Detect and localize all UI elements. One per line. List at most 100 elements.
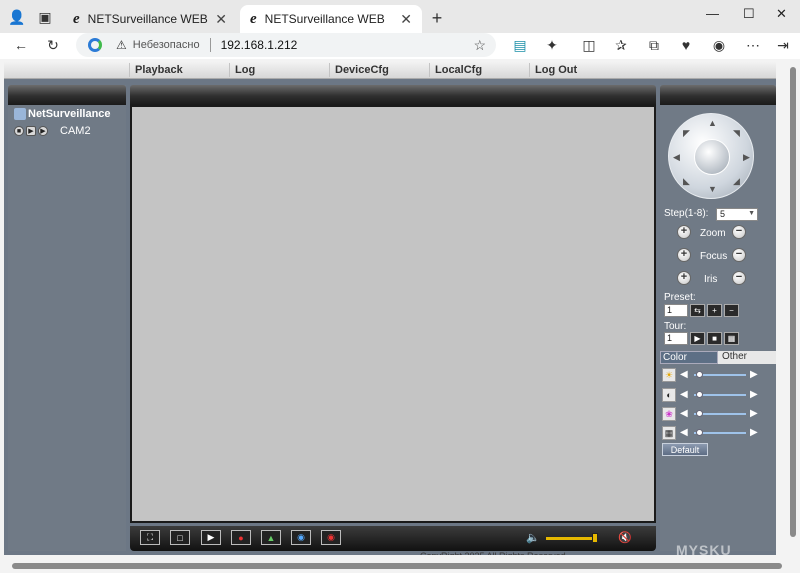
increase-arrow-icon[interactable]: ▶ [750, 369, 758, 380]
sidebar-toggle-icon[interactable]: ⇥ [774, 37, 792, 54]
ptz-joystick[interactable]: ▲ ▼ ◀ ▶ ◤ ◥ ◣ ◢ [668, 113, 754, 199]
zoom-out-button[interactable]: − [732, 225, 746, 239]
focus-near-button[interactable]: + [677, 248, 691, 262]
close-all-icon[interactable]: ● [231, 530, 251, 545]
preset-input[interactable]: 1 [664, 304, 688, 317]
add-preset-icon[interactable]: + [707, 304, 722, 317]
back-arrow-icon[interactable]: ← [12, 37, 30, 53]
increase-arrow-icon[interactable]: ▶ [750, 427, 758, 438]
up-left-arrow-icon[interactable]: ◤ [683, 128, 690, 139]
increase-arrow-icon[interactable]: ▶ [750, 408, 758, 419]
step-select[interactable]: 5 ▼ [716, 208, 758, 221]
new-tab-button[interactable]: + [426, 7, 448, 29]
extensions-puzzle-icon[interactable]: ✦ [543, 37, 561, 54]
focus-far-button[interactable]: − [732, 248, 746, 262]
camera-label[interactable]: CAM2 [60, 125, 91, 137]
video-control-bar: ⛶ □ ▶ ● ▲ ◉ ◉ 🔈 🔇 [130, 526, 656, 551]
refresh-icon[interactable]: ↻ [44, 37, 62, 54]
decrease-arrow-icon[interactable]: ◀ [680, 369, 688, 380]
close-tab-icon[interactable]: ✕ [400, 11, 412, 28]
tree-root[interactable]: NetSurveillance [14, 108, 111, 120]
close-window-button[interactable]: ✕ [776, 6, 787, 22]
vertical-scrollbar[interactable] [786, 61, 800, 555]
up-right-arrow-icon[interactable]: ◥ [733, 128, 740, 139]
favorites-icon[interactable]: ✰ [612, 37, 630, 54]
down-arrow-icon[interactable]: ▼ [708, 184, 717, 194]
record-icon[interactable]: ◉ [291, 530, 311, 545]
stop-icon[interactable]: ■ [14, 126, 24, 136]
split-screen-icon[interactable]: ◫ [580, 37, 598, 54]
nav-localcfg[interactable]: LocalCfg [433, 64, 482, 76]
tab-color[interactable]: Color [660, 351, 718, 364]
browser-tab-inactive[interactable]: e NETSurveillance WEB ✕ [63, 5, 237, 33]
close-tab-icon[interactable]: ✕ [215, 11, 227, 28]
tab-other[interactable]: Other [718, 351, 776, 364]
slider-knob[interactable] [696, 391, 703, 398]
warning-triangle-icon[interactable]: ⚠ [116, 38, 127, 52]
ptz-panel: ▲ ▼ ◀ ▶ ◤ ◥ ◣ ◢ Step(1-8): 5 ▼ + Zoom − … [660, 85, 776, 551]
profile-icon[interactable]: 👤 [6, 6, 28, 28]
goto-preset-icon[interactable]: ⇆ [690, 304, 705, 317]
ie-e-logo-icon: e [250, 10, 257, 27]
fullscreen-icon[interactable]: ⛶ [140, 530, 160, 545]
video-viewport[interactable] [130, 105, 656, 523]
scroll-thumb[interactable] [12, 563, 782, 569]
security-label[interactable]: Небезопасно [133, 39, 200, 51]
slider-knob[interactable] [696, 429, 703, 436]
iris-close-button[interactable]: − [732, 271, 746, 285]
volume-icon[interactable]: 🔈 [526, 531, 540, 544]
default-button[interactable]: Default [662, 443, 708, 456]
play-icon[interactable]: ▶ [26, 126, 36, 136]
volume-slider[interactable] [546, 537, 598, 540]
browser-tab-active[interactable]: e NETSurveillance WEB ✕ [240, 5, 422, 33]
zoom-in-button[interactable]: + [677, 225, 691, 239]
stop-record-icon[interactable]: ◉ [321, 530, 341, 545]
collections-icon[interactable]: ⧉ [645, 37, 663, 54]
scroll-thumb[interactable] [790, 67, 796, 537]
increase-arrow-icon[interactable]: ▶ [750, 389, 758, 400]
right-arrow-icon[interactable]: ▶ [743, 152, 750, 163]
divider [129, 63, 130, 77]
panel-header [660, 85, 776, 105]
mute-icon[interactable]: 🔇 [618, 531, 632, 544]
maximize-button[interactable]: ☐ [743, 6, 755, 22]
nav-log[interactable]: Log [233, 64, 255, 76]
up-arrow-icon[interactable]: ▲ [708, 118, 717, 128]
decrease-arrow-icon[interactable]: ◀ [680, 427, 688, 438]
nav-playback[interactable]: Playback [133, 64, 183, 76]
volume-knob[interactable] [592, 533, 598, 543]
decrease-arrow-icon[interactable]: ◀ [680, 389, 688, 400]
tour-input[interactable]: 1 [664, 332, 688, 345]
decrease-arrow-icon[interactable]: ◀ [680, 408, 688, 419]
snapshot-icon[interactable]: ▲ [261, 530, 281, 545]
open-all-icon[interactable]: ▶ [201, 530, 221, 545]
save-icon[interactable]: ▤ [511, 37, 529, 54]
address-bar[interactable]: ⚠ Небезопасно 192.168.1.212 ☆ [76, 33, 496, 57]
url-text[interactable]: 192.168.1.212 [221, 38, 298, 52]
browser-essentials-icon[interactable]: ♥ [677, 37, 695, 53]
more-menu-icon[interactable]: ⋯ [744, 37, 762, 54]
ptz-center-button[interactable] [694, 139, 730, 175]
down-right-arrow-icon[interactable]: ◢ [733, 176, 740, 187]
tour-play-icon[interactable]: ▶ [690, 332, 705, 345]
favorite-star-icon[interactable]: ☆ [473, 37, 486, 54]
slider-knob[interactable] [696, 410, 703, 417]
copilot-icon[interactable]: ◉ [710, 37, 728, 54]
divider [429, 63, 430, 77]
tour-grid-icon[interactable]: ▦ [724, 332, 739, 345]
tab-actions-icon[interactable]: ▣ [34, 6, 56, 28]
left-arrow-icon[interactable]: ◀ [673, 152, 680, 163]
remove-preset-icon[interactable]: − [724, 304, 739, 317]
minimize-button[interactable]: — [706, 6, 719, 21]
iris-open-button[interactable]: + [677, 271, 691, 285]
slider-knob[interactable] [696, 371, 703, 378]
nav-devicecfg[interactable]: DeviceCfg [333, 64, 389, 76]
iris-label: Iris [704, 274, 718, 285]
step-value: 5 [720, 209, 726, 219]
single-view-icon[interactable]: □ [170, 530, 190, 545]
down-left-arrow-icon[interactable]: ◣ [683, 176, 690, 187]
nav-logout[interactable]: Log Out [533, 64, 577, 76]
camera-row[interactable]: ■ ▶ ▶ CAM2 [14, 125, 91, 137]
tour-stop-icon[interactable]: ■ [707, 332, 722, 345]
play-circle-icon[interactable]: ▶ [38, 126, 48, 136]
